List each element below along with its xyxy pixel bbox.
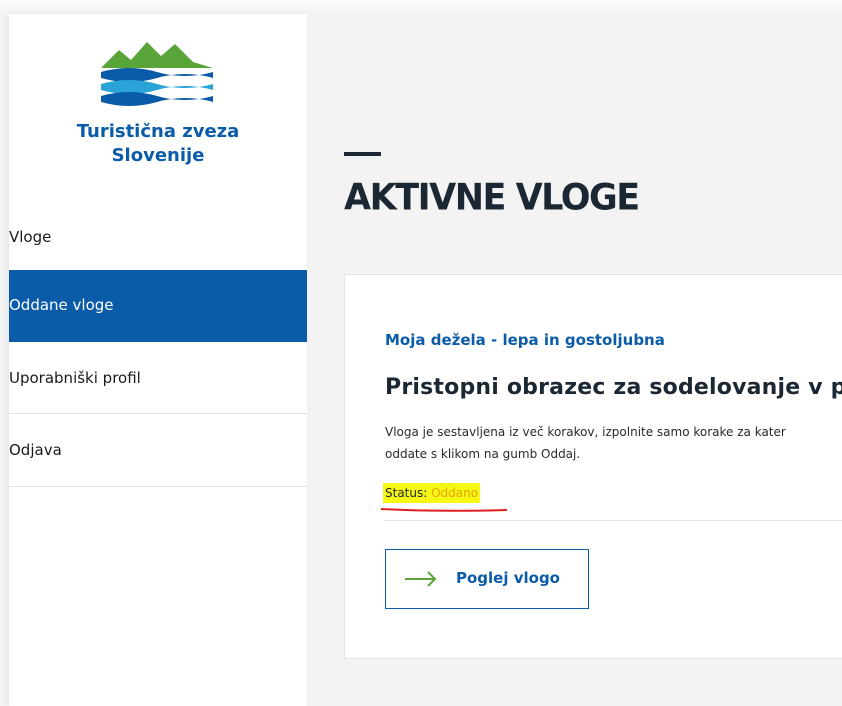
brand-logo[interactable]: Turistična zveza Slovenije [9,14,307,214]
sidebar-item-oddane-vloge[interactable]: Oddane vloge [9,270,307,342]
status-badge: Status: Oddano [383,483,481,503]
sidebar-item-label: Vloge [9,228,52,246]
card-description-line1: Vloga je sestavljena iz več korakov, izp… [385,425,786,439]
sidebar-item-label: Uporabniški profil [9,369,141,387]
brand-name: Turistična zveza Slovenije [9,120,307,168]
card-description: Vloga je sestavljena iz več korakov, izp… [385,421,842,465]
sidebar-item-uporabniski-profil[interactable]: Uporabniški profil [9,342,307,414]
title-accent-dash [344,152,381,156]
status-underline-annotation [380,508,508,512]
view-application-button[interactable]: Poglej vlogo [385,549,589,609]
status-label: Status: [385,486,432,500]
sidebar-item-label: Oddane vloge [9,296,114,314]
card-description-line2: oddate s klikom na gumb Oddaj. [385,447,581,461]
brand-name-line1: Turistična zveza [76,121,240,142]
sidebar-item-label: Odjava [9,441,62,459]
status-value: Oddano [431,486,479,500]
card-divider [385,520,842,521]
mountains-waves-logo-icon [101,42,213,106]
sidebar-item-odjava[interactable]: Odjava [9,415,307,487]
sidebar-item-vloge[interactable]: Vloge [9,214,307,270]
application-card: Moja dežela - lepa in gostoljubna Pristo… [344,274,842,659]
arrow-right-icon [405,571,437,587]
card-title: Pristopni obrazec za sodelovanje v pr [385,375,842,400]
page-title: AKTIVNE VLOGE [344,177,640,219]
top-edge [0,0,842,14]
brand-name-line2: Slovenije [111,145,205,166]
view-application-button-label: Poglej vlogo [456,569,560,587]
card-subtitle: Moja dežela - lepa in gostoljubna [385,331,665,349]
sidebar: Turistična zveza Slovenije Vloge Oddane … [9,14,307,706]
